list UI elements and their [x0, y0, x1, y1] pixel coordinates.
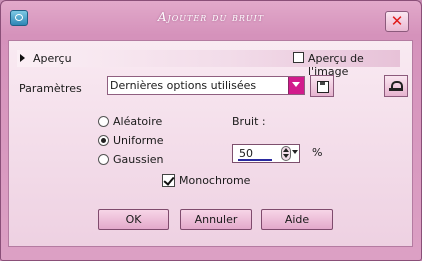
- add-noise-dialog: Ajouter du bruit ✕ Aperçu Aperçu de l'im…: [0, 0, 422, 261]
- spin-arrows-icon[interactable]: [281, 146, 291, 161]
- close-button[interactable]: ✕: [385, 11, 409, 32]
- monochrome-label[interactable]: Monochrome: [179, 174, 250, 187]
- preview-section-toggle[interactable]: Aperçu Aperçu de l'image: [17, 50, 400, 78]
- dialog-title: Ajouter du bruit: [157, 10, 265, 24]
- ok-button[interactable]: OK: [98, 209, 169, 230]
- radio-gaussian[interactable]: [98, 154, 109, 165]
- image-preview-checkbox[interactable]: [293, 52, 304, 63]
- preset-select-value: Dernières options utilisées: [110, 79, 257, 92]
- save-preset-icon: [317, 81, 329, 93]
- radio-random-label[interactable]: Aléatoire: [113, 115, 162, 128]
- preview-label: Aperçu: [33, 52, 72, 65]
- help-button[interactable]: Aide: [261, 209, 333, 230]
- chevron-down-icon[interactable]: [292, 150, 298, 154]
- reset-icon: [389, 81, 403, 92]
- radio-uniform-label[interactable]: Uniforme: [113, 134, 164, 147]
- noise-label: Bruit :: [232, 115, 266, 128]
- preset-select[interactable]: Dernières options utilisées: [107, 76, 305, 95]
- expand-triangle-icon: [20, 54, 25, 62]
- chevron-down-icon[interactable]: [288, 77, 304, 94]
- radio-uniform[interactable]: [98, 135, 109, 146]
- radio-gaussian-label[interactable]: Gaussien: [113, 153, 164, 166]
- noise-unit: %: [312, 146, 323, 159]
- save-preset-button[interactable]: [310, 75, 334, 97]
- reset-button[interactable]: [384, 75, 408, 97]
- settings-label: Paramètres: [19, 82, 82, 95]
- dialog-body: Aperçu Aperçu de l'image Paramètres Dern…: [8, 40, 413, 247]
- monochrome-checkbox[interactable]: [162, 174, 175, 187]
- title-bar[interactable]: Ajouter du bruit ✕: [1, 1, 421, 35]
- radio-random[interactable]: [98, 116, 109, 127]
- close-icon: ✕: [390, 12, 404, 30]
- noise-slider-track[interactable]: [238, 159, 272, 161]
- noise-stepper[interactable]: 50: [232, 144, 300, 163]
- cancel-button[interactable]: Annuler: [180, 209, 252, 230]
